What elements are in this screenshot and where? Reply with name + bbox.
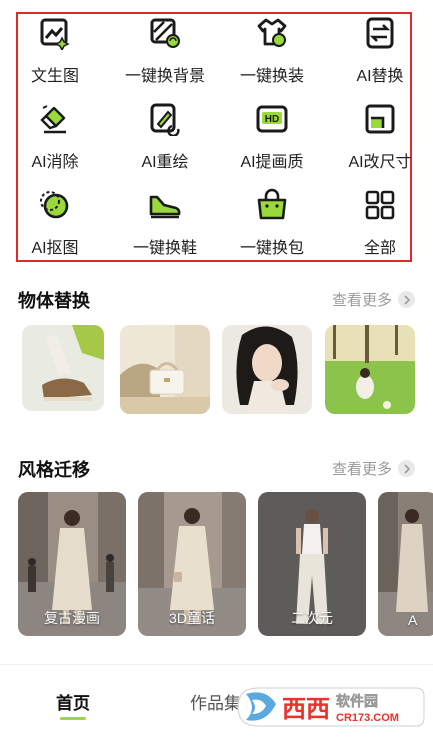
style-caption: 3D童话 (169, 610, 215, 626)
tool-ai-enhance[interactable]: HD AI提画质 (217, 102, 327, 176)
style-section-header: 风格迁移 查看更多 (18, 456, 415, 482)
object-section-header: 物体替换 查看更多 (18, 287, 415, 313)
tool-label: AI提画质 (240, 154, 304, 171)
tool-grid-highlight: 文生图 一键换背景 一键换装 AI替换 AI消除 AI重绘 HD AI提画质 A… (16, 12, 412, 262)
tool-label: AI抠图 (31, 240, 79, 257)
style-caption: 二次元 (291, 610, 333, 626)
tool-label: 一键换背景 (124, 68, 205, 85)
shoe-icon (148, 188, 182, 222)
nav-home[interactable]: 首页 (56, 689, 90, 714)
bag-icon (255, 188, 289, 222)
tool-ai-redraw[interactable]: AI重绘 (110, 102, 220, 176)
svg-text:CR173.COM: CR173.COM (336, 712, 399, 724)
view-more-label: 查看更多 (331, 292, 392, 309)
thumb-shoe[interactable] (22, 325, 104, 411)
hd-icon: HD (255, 102, 289, 136)
thumb-portrait[interactable] (222, 325, 312, 414)
nav-portfolio[interactable]: 作品集 (190, 689, 241, 714)
svg-text:HD: HD (265, 114, 279, 125)
style-card[interactable]: 二次元 (258, 492, 366, 636)
tool-swap-background[interactable]: 一键换背景 (110, 16, 220, 90)
thumb-lawn[interactable] (325, 325, 415, 414)
style-card[interactable]: 3D童话 (138, 492, 246, 636)
tool-label: AI改尺寸 (348, 154, 412, 171)
site-watermark-logo: 西西 软件园 CR173.COM (236, 684, 426, 730)
view-more-label: 查看更多 (331, 461, 392, 478)
chevron-right-icon (398, 460, 415, 477)
nav-active-indicator (60, 717, 86, 720)
style-cards: 复古漫画 3D童话 二次元 A (0, 490, 433, 638)
view-more-link[interactable]: 查看更多 (332, 289, 415, 310)
thumb-bag[interactable] (120, 325, 210, 414)
section-title: 风格迁移 (18, 460, 90, 480)
tool-label: 一键换包 (239, 240, 304, 257)
tool-ai-erase[interactable]: AI消除 (0, 102, 110, 176)
style-caption: A (408, 612, 418, 628)
tool-swap-shoes[interactable]: 一键换鞋 (110, 188, 220, 262)
style-card[interactable]: A (378, 492, 433, 636)
text-to-image-icon (38, 16, 72, 50)
grid-icon (363, 188, 397, 222)
cutout-icon (38, 188, 72, 222)
tool-all[interactable]: 全部 (325, 188, 433, 262)
object-thumbnails (0, 322, 433, 414)
tool-label: 一键换鞋 (132, 240, 197, 257)
tool-label: 一键换装 (239, 68, 304, 85)
tool-label: 文生图 (30, 68, 79, 85)
tool-label: AI重绘 (141, 154, 189, 171)
redraw-icon (148, 102, 182, 136)
tool-text-to-image[interactable]: 文生图 (0, 16, 110, 90)
replace-icon (363, 16, 397, 50)
style-caption: 复古漫画 (44, 610, 100, 626)
swap-background-icon (148, 16, 182, 50)
resize-icon (363, 102, 397, 136)
tool-ai-resize[interactable]: AI改尺寸 (325, 102, 433, 176)
view-more-link[interactable]: 查看更多 (332, 458, 415, 479)
chevron-right-icon (398, 291, 415, 308)
section-title: 物体替换 (18, 291, 90, 311)
tool-swap-bag[interactable]: 一键换包 (217, 188, 327, 262)
tool-label: 全部 (363, 240, 396, 257)
swap-outfit-icon (255, 16, 289, 50)
svg-text:西西: 西西 (282, 696, 330, 723)
style-card[interactable]: 复古漫画 (18, 492, 126, 636)
tool-ai-cutout[interactable]: AI抠图 (0, 188, 110, 262)
tool-label: AI替换 (356, 68, 404, 85)
tool-ai-replace[interactable]: AI替换 (325, 16, 433, 90)
svg-text:软件园: 软件园 (336, 693, 378, 709)
tool-label: AI消除 (31, 154, 79, 171)
eraser-icon (38, 102, 72, 136)
tool-swap-outfit[interactable]: 一键换装 (217, 16, 327, 90)
